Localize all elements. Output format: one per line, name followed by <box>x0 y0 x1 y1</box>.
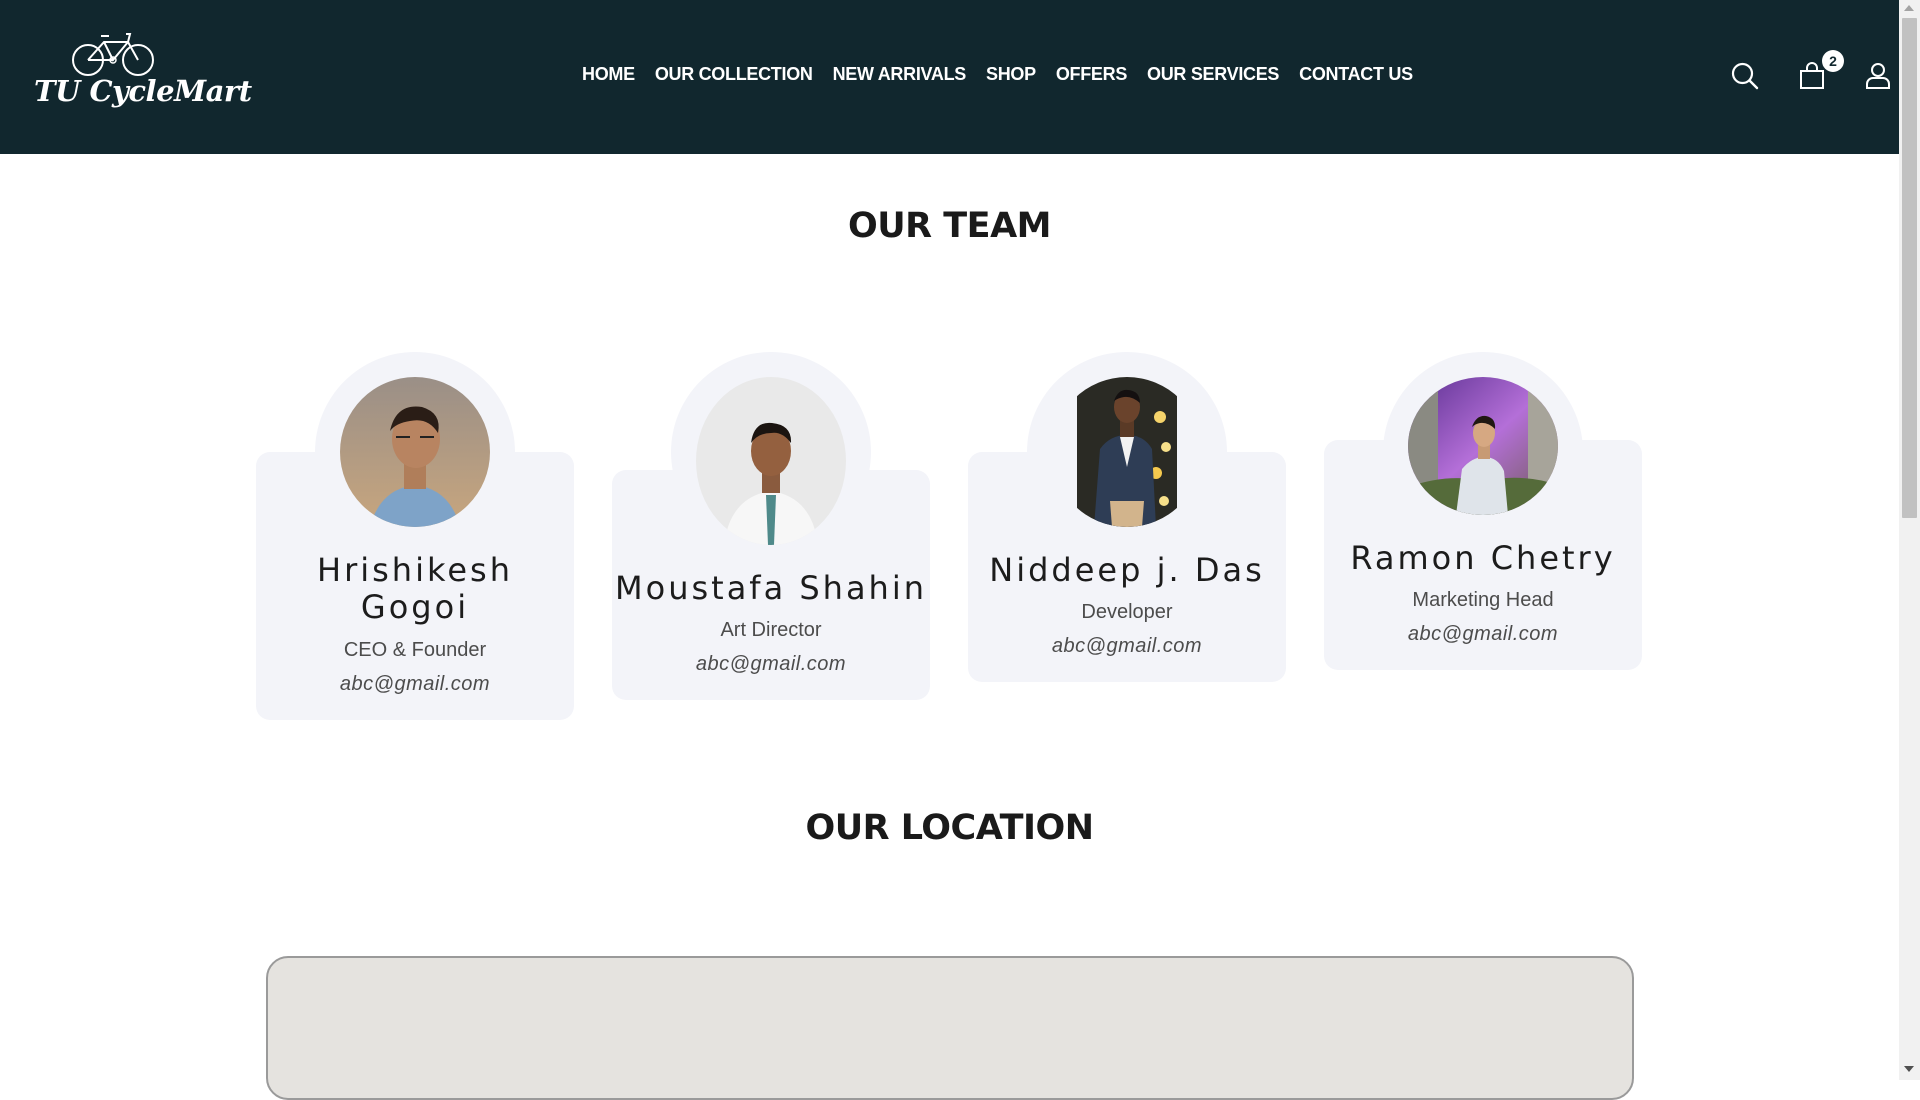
user-icon[interactable] <box>1865 62 1891 90</box>
site-header: TU CycleMart HOME OUR COLLECTION NEW ARR… <box>0 0 1899 154</box>
nav-contact-us[interactable]: CONTACT US <box>1299 64 1413 85</box>
nav-new-arrivals[interactable]: NEW ARRIVALS <box>833 64 967 85</box>
search-icon[interactable] <box>1731 62 1759 90</box>
member-avatar <box>1408 377 1558 515</box>
member-email[interactable]: abc@gmail.com <box>256 673 574 696</box>
location-map[interactable] <box>266 956 1634 1100</box>
team-section-title: OUR TEAM <box>847 206 1052 246</box>
nav-shop[interactable]: SHOP <box>986 64 1036 85</box>
site-logo[interactable]: TU CycleMart <box>34 30 252 120</box>
shopping-bag-icon[interactable] <box>1799 62 1825 90</box>
member-name: Hrishikesh Gogoi <box>317 551 513 626</box>
scrollbar-thumb[interactable] <box>1902 18 1917 518</box>
member-email[interactable]: abc@gmail.com <box>968 635 1286 658</box>
scroll-down-arrow-icon[interactable] <box>1904 1066 1914 1072</box>
member-avatar <box>696 377 846 545</box>
page-scrollbar[interactable] <box>1899 0 1920 1080</box>
bicycle-icon <box>72 33 154 76</box>
nav-our-collection[interactable]: OUR COLLECTION <box>655 64 813 85</box>
member-email[interactable]: abc@gmail.com <box>612 653 930 676</box>
nav-home[interactable]: HOME <box>582 64 635 85</box>
member-role: Developer <box>1081 601 1173 623</box>
nav-our-services[interactable]: OUR SERVICES <box>1147 64 1279 85</box>
member-role: Art Director <box>720 619 822 641</box>
member-avatar <box>340 377 490 527</box>
nav-offers[interactable]: OFFERS <box>1056 64 1128 85</box>
member-role: CEO & Founder <box>343 639 487 661</box>
member-email[interactable]: abc@gmail.com <box>1324 623 1642 646</box>
scroll-up-arrow-icon[interactable] <box>1904 5 1914 11</box>
member-name: Niddeep j. Das <box>989 551 1265 589</box>
member-role: Marketing Head <box>1412 589 1554 611</box>
logo-text: TU CycleMart <box>34 74 252 108</box>
location-section-title: OUR LOCATION <box>805 808 1094 848</box>
member-avatar <box>1052 377 1202 527</box>
main-nav: HOME OUR COLLECTION NEW ARRIVALS SHOP OF… <box>582 64 1413 85</box>
member-name: Ramon Chetry <box>1350 539 1616 577</box>
cart-count-badge: 2 <box>1822 50 1844 72</box>
member-name: Moustafa Shahin <box>615 569 927 607</box>
